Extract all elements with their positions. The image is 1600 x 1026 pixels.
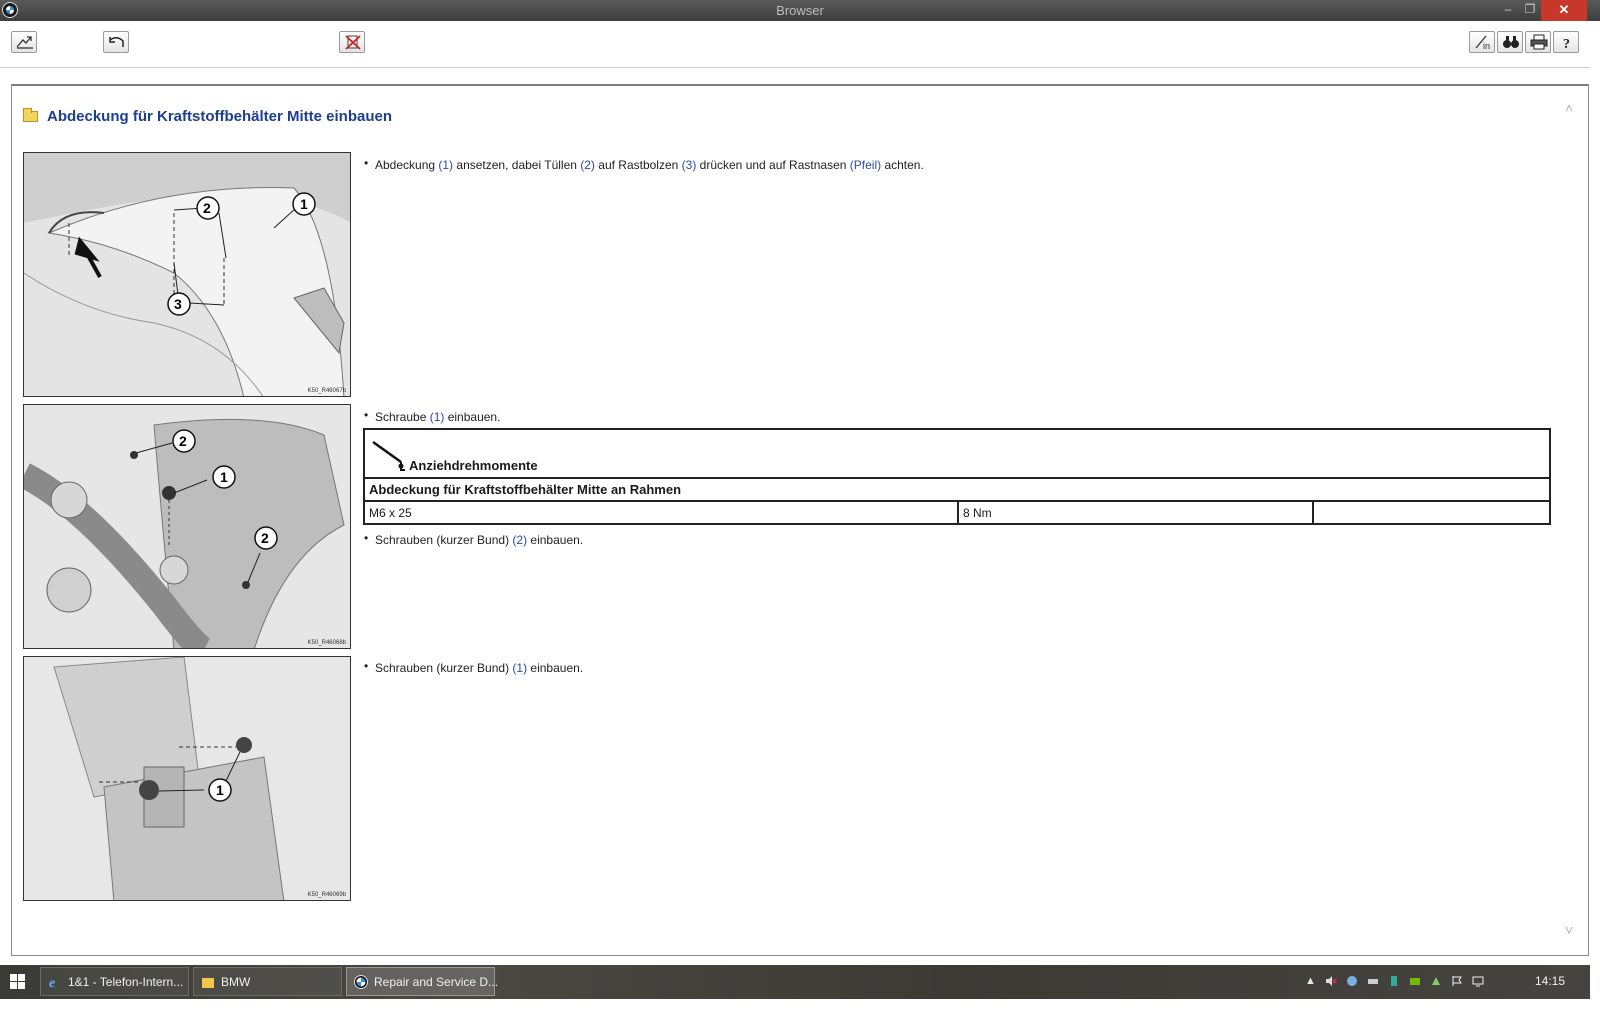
bullet: • [364, 156, 369, 170]
scroll-down-button[interactable]: ˅ [1565, 922, 1573, 938]
callout-2: 2 [261, 530, 269, 546]
toolbar: in ? [0, 21, 1590, 68]
network-icon[interactable] [1346, 975, 1358, 987]
svg-text:in: in [1483, 41, 1490, 50]
table-cell-empty [1314, 502, 1549, 523]
search-button[interactable] [1497, 31, 1523, 53]
close-button[interactable]: ✕ [1541, 0, 1587, 21]
bracket-illustration: 1 [24, 657, 350, 900]
login-icon: in [1475, 35, 1490, 50]
flag-icon[interactable] [1451, 975, 1463, 987]
svg-text:e: e [49, 976, 55, 989]
ref-link[interactable]: (2) [580, 158, 595, 172]
back-icon [109, 37, 124, 47]
torque-subheading-row: Abdeckung für Kraftstoffbehälter Mitte a… [365, 479, 1549, 502]
ref-link[interactable]: (Pfeil) [850, 158, 881, 172]
step-text: Schrauben (kurzer Bund) (1) einbauen. [375, 661, 584, 675]
windows-start-icon[interactable] [10, 974, 26, 990]
ref-link[interactable]: (3) [682, 158, 697, 172]
taskbar-item-label: Repair and Service D... [374, 975, 499, 989]
ref-link[interactable]: (1) [438, 158, 453, 172]
tray-overflow-arrow[interactable]: ▲ [1305, 975, 1316, 987]
motorcycle-tank-illustration: 2 1 3 [24, 153, 350, 396]
torque-table-header: Anziehdrehmomente [365, 430, 1549, 479]
taskbar-clock[interactable]: 14:15 [1535, 974, 1565, 988]
taskbar-item-label: 1&1 - Telefon-Intern... [68, 975, 184, 989]
torque-subheading: Abdeckung für Kraftstoffbehälter Mitte a… [369, 482, 682, 497]
search-icon [1503, 36, 1519, 48]
battery-icon[interactable] [1367, 975, 1379, 987]
security-icon[interactable] [1430, 975, 1442, 987]
figure-short-collar-screws: 1 K50_R46069b [23, 656, 351, 901]
minimize-button[interactable]: – [1497, 0, 1519, 21]
torque-table: Anziehdrehmomente Abdeckung für Kraftsto… [363, 428, 1551, 525]
bullet: • [364, 531, 369, 545]
ref-link[interactable]: (1) [512, 661, 527, 675]
figure-code: K50_R46068b [307, 640, 346, 646]
usb-icon[interactable] [1388, 975, 1400, 987]
figure-code: K50_R46069b [307, 892, 346, 898]
torque-heading: Anziehdrehmomente [409, 458, 538, 473]
figure-code: K50_R46067b [307, 388, 346, 394]
callout-1: 1 [220, 469, 228, 485]
table-cell-torque: 8 Nm [959, 502, 1314, 523]
help-icon: ? [1563, 37, 1570, 50]
figure-cover-installation: 2 1 3 K50_R46067b [23, 152, 351, 397]
torque-wrench-icon [372, 440, 405, 471]
callout-3: 3 [174, 296, 182, 312]
print-icon [1530, 34, 1548, 50]
bullet: • [364, 408, 369, 422]
taskbar-item-ie[interactable]: e 1&1 - Telefon-Intern... [40, 967, 189, 996]
step-text: Abdeckung (1) ansetzen, dabei Tüllen (2)… [375, 158, 924, 172]
display-icon[interactable] [1472, 975, 1484, 987]
svg-text:?: ? [1563, 37, 1570, 50]
folder-icon [202, 978, 214, 988]
taskbar: e 1&1 - Telefon-Intern... BMW Repair and… [0, 965, 1590, 999]
maximize-button[interactable]: ❐ [1519, 0, 1541, 21]
clear-icon [345, 35, 361, 50]
figure-screw-installation: 2 1 2 K50_R46068b [23, 404, 351, 649]
table-row: M6 x 25 8 Nm [365, 502, 1549, 523]
window-title: Browser [776, 3, 824, 18]
taskbar-item-bmw-folder[interactable]: BMW [193, 967, 342, 996]
ref-link[interactable]: (1) [430, 410, 445, 424]
nvidia-icon[interactable] [1409, 975, 1421, 987]
clear-button[interactable] [339, 31, 365, 53]
taskbar-item-label: BMW [221, 975, 251, 989]
bullet: • [364, 659, 369, 673]
scroll-up-button[interactable]: ˄ [1565, 100, 1573, 116]
callout-2: 2 [179, 433, 187, 449]
back-button[interactable] [103, 31, 129, 53]
home-icon [16, 36, 33, 49]
window-titlebar: Browser – ❐ ✕ [0, 0, 1600, 21]
home-button[interactable] [11, 31, 37, 53]
handlebar-illustration: 2 1 2 [24, 405, 350, 648]
page-title: Abdeckung für Kraftstoffbehälter Mitte e… [47, 108, 393, 125]
ie-icon: e [49, 976, 55, 989]
bottom-strip [0, 999, 1600, 1026]
print-button[interactable] [1525, 31, 1551, 53]
step-text: Schrauben (kurzer Bund) (2) einbauen. [375, 533, 584, 547]
bmw-icon [354, 975, 368, 989]
login-button[interactable]: in [1469, 31, 1495, 53]
callout-1: 1 [216, 782, 224, 798]
folder-icon [23, 108, 38, 122]
taskbar-item-repair-service[interactable]: Repair and Service D... [346, 967, 499, 996]
speaker-muted-icon[interactable] [1325, 975, 1337, 987]
callout-1: 1 [300, 196, 308, 212]
step-text: Schraube (1) einbauen. [375, 410, 501, 424]
help-button[interactable]: ? [1553, 31, 1579, 53]
callout-2: 2 [203, 200, 211, 216]
ref-link[interactable]: (2) [512, 533, 527, 547]
table-cell-screw: M6 x 25 [365, 502, 959, 523]
